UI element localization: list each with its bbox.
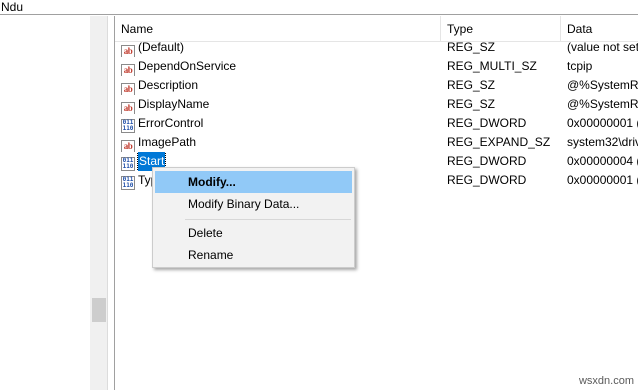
tree-scrollbar-thumb[interactable] — [92, 298, 106, 322]
value-data-cell: 0x00000001 (1) — [567, 116, 638, 130]
value-type-cell: REG_SZ — [447, 97, 496, 111]
table-row[interactable]: 011110ErrorControl REG_DWORD 0x00000001 (1… — [115, 114, 638, 133]
string-value-icon: ab — [121, 45, 135, 57]
value-name-label: Description — [138, 78, 199, 92]
value-data-cell: 0x00000001 (1) — [567, 173, 638, 187]
value-type-cell: REG_SZ — [447, 78, 496, 92]
pane-splitter[interactable] — [107, 16, 115, 390]
table-row[interactable]: abDescription REG_SZ @%SystemRoot% — [115, 76, 638, 95]
value-name-label: (Default) — [138, 40, 185, 54]
menu-item-modify-binary[interactable]: Modify Binary Data... — [155, 193, 352, 215]
value-name-cell[interactable]: ab ImagePath — [121, 133, 441, 152]
menu-item-delete[interactable]: Delete — [155, 222, 352, 244]
value-type-cell: REG_EXPAND_SZ — [447, 135, 551, 149]
menu-item-modify[interactable]: Modify... — [155, 171, 352, 193]
table-row[interactable]: abImagePath REG_EXPAND_SZ system32\drivers — [115, 133, 638, 152]
value-data-cell: system32\drivers — [567, 135, 638, 149]
column-header-data-label: Data — [567, 22, 593, 36]
watermark: wsxdn.com — [578, 375, 634, 387]
table-row[interactable]: abDisplayName REG_SZ @%SystemRoot% — [115, 95, 638, 114]
value-name-cell[interactable]: ab (Default) — [121, 38, 441, 57]
value-type-cell: REG_DWORD — [447, 154, 527, 168]
value-name-cell[interactable]: ab DisplayName — [121, 95, 441, 114]
binary-value-icon: 011 110 — [121, 157, 135, 171]
value-type-cell: REG_MULTI_SZ — [447, 59, 537, 73]
value-name-cell[interactable]: ab DependOnService — [121, 57, 441, 76]
value-name-cell[interactable]: 011 110 ErrorControl — [121, 114, 441, 133]
table-row[interactable]: ab (Default) REG_SZ (value not set) — [115, 38, 638, 57]
address-bar[interactable]: Ndu — [0, 0, 638, 15]
value-data-cell: tcpip — [567, 59, 593, 73]
value-type-cell: REG_DWORD — [447, 173, 527, 187]
tree-vertical-scrollbar[interactable] — [90, 16, 107, 390]
value-data-cell: 0x00000004 (4) — [567, 154, 638, 168]
menu-item-modify-label: Modify... — [188, 175, 236, 189]
string-value-icon: ab — [121, 140, 135, 152]
value-data-cell: @%SystemRoot% — [567, 78, 638, 92]
menu-separator — [185, 219, 351, 220]
value-name-label: DisplayName — [138, 97, 210, 111]
menu-item-rename-label: Rename — [188, 248, 234, 262]
string-value-icon: ab — [121, 83, 135, 95]
column-header-type-label: Type — [447, 22, 474, 36]
string-value-icon: ab — [121, 64, 135, 76]
value-name-cell[interactable]: ab Description — [121, 76, 441, 95]
table-row[interactable]: ab DependOnService REG_MULTI_SZ tcpip — [115, 57, 638, 76]
binary-value-icon: 011 110 — [121, 119, 135, 133]
string-value-icon: ab — [121, 102, 135, 114]
menu-item-delete-label: Delete — [188, 226, 223, 240]
value-data-cell: @%SystemRoot% — [567, 97, 638, 111]
menu-item-rename[interactable]: Rename — [155, 244, 352, 266]
value-type-cell: REG_DWORD — [447, 116, 527, 130]
value-data-cell: (value not set) — [567, 40, 638, 54]
value-name-label: ErrorControl — [138, 116, 204, 130]
binary-value-icon: 011 110 — [121, 176, 135, 190]
value-name-label: ImagePath — [138, 135, 197, 149]
value-name-label: DependOnService — [138, 59, 237, 73]
column-header-name-label: Name — [121, 22, 154, 36]
value-type-cell: REG_SZ — [447, 40, 496, 54]
address-path: Ndu — [1, 0, 24, 14]
menu-item-modify-binary-label: Modify Binary Data... — [188, 197, 300, 211]
context-menu: Modify... Modify Binary Data... Delete R… — [152, 167, 355, 268]
